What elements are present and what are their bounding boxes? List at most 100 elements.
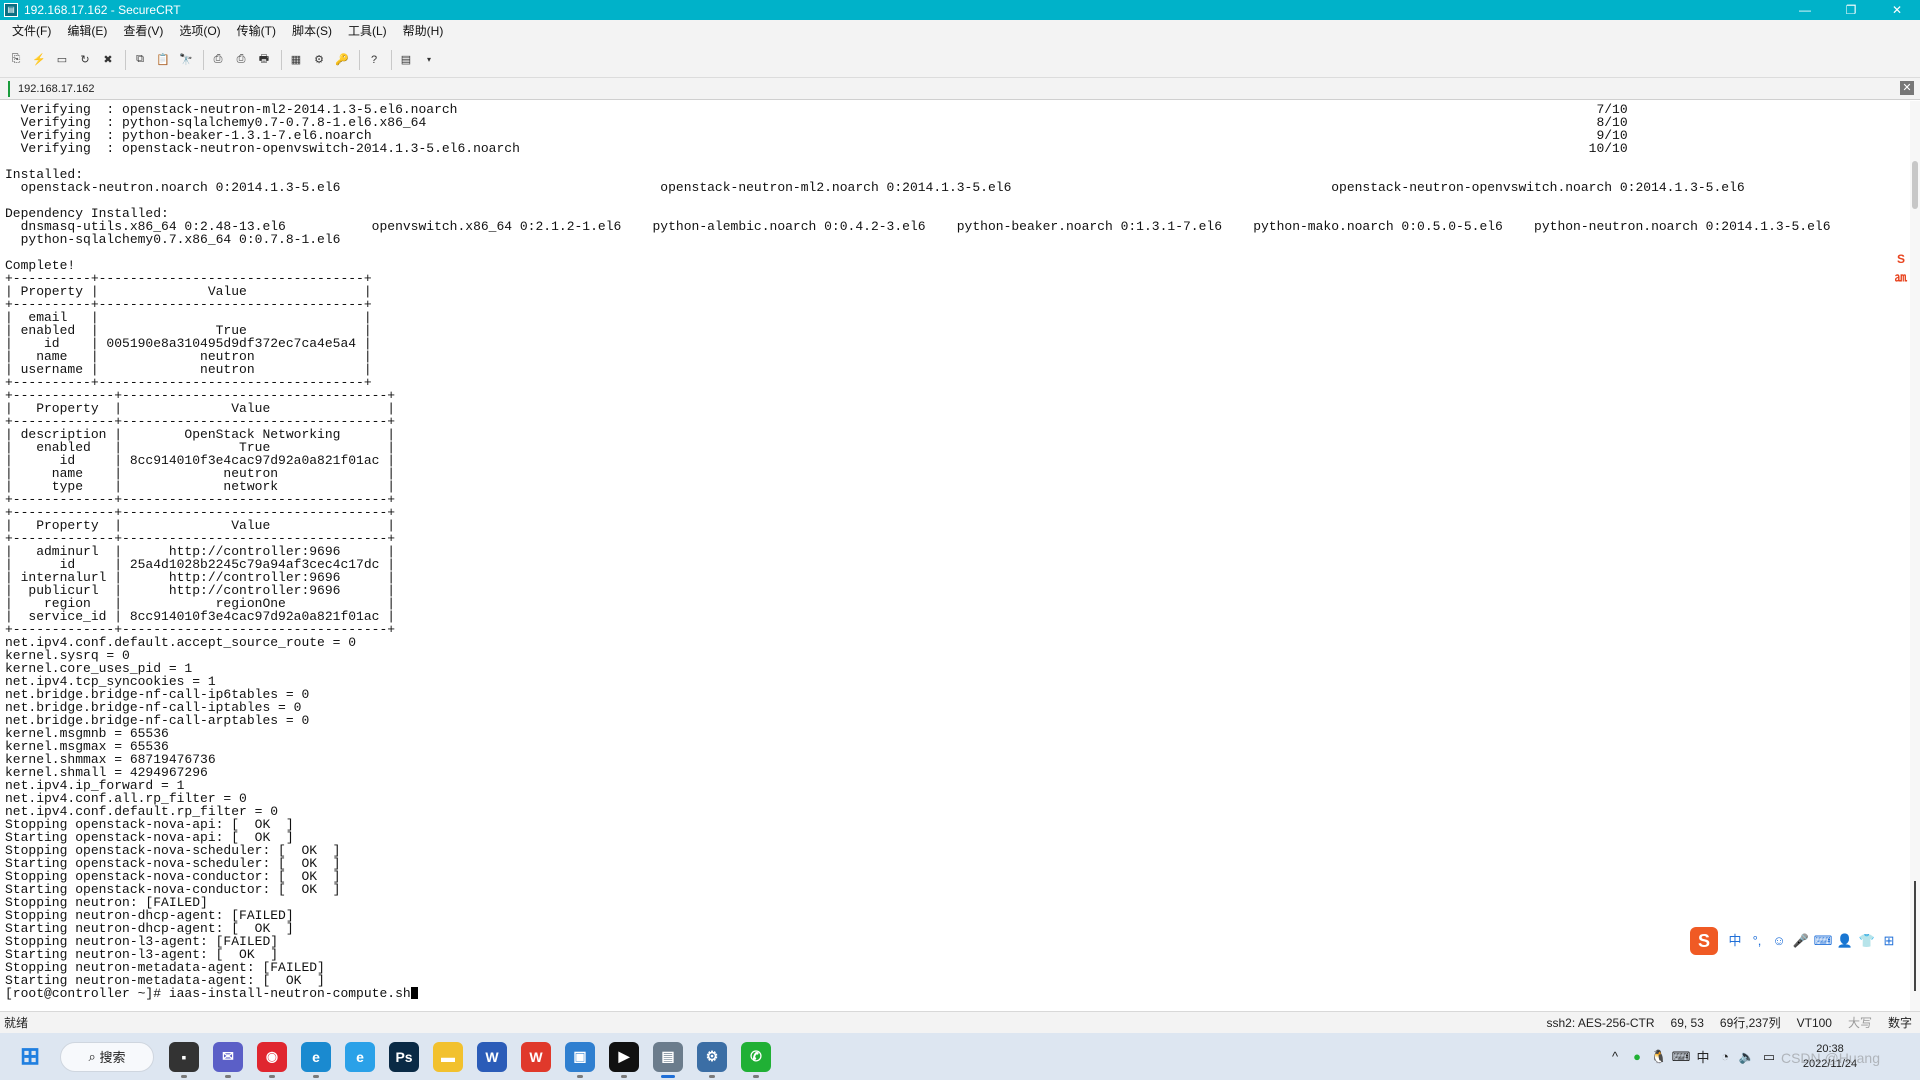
menu-file[interactable]: 文件(F) (0, 20, 59, 42)
terminal-line: Stopping neutron-l3-agent: [FAILED] (5, 934, 279, 949)
wechat-icon[interactable]: ✆ (741, 1041, 771, 1078)
terminal-line: openstack-neutron.noarch 0:2014.1.3-5.el… (5, 180, 1745, 195)
session-tab[interactable]: 192.168.17.162 (8, 80, 94, 97)
screenshot-tool-icon[interactable]: ▣ (565, 1041, 595, 1078)
terminal-line: net.ipv4.ip_forward = 1 (5, 778, 185, 793)
player-icon[interactable]: ▶ (609, 1041, 639, 1078)
watermark: CSDN @Huang (1780, 1050, 1880, 1066)
menu-edit[interactable]: 编辑(E) (59, 20, 115, 42)
scrollbar-thumb[interactable] (1912, 161, 1918, 209)
terminal-line: Starting neutron-dhcp-agent: [ OK ] (5, 921, 294, 936)
menu-tools[interactable]: 工具(L) (340, 20, 395, 42)
taskbar: ⊞ ⌕ 搜索 ▪ ✉ ◉ e e Ps ▬ W W ▣ ▶ ▤ ⚙ ✆ ^ ● 🐧 ⌨ 中 ◔ 🔈 ▭ 2… (0, 1033, 1920, 1080)
reconnect-icon[interactable]: ↻ (75, 50, 95, 70)
terminal-line: net.bridge.bridge-nf-call-arptables = 0 (5, 713, 310, 728)
remote-tool-icon[interactable]: ⚙ (697, 1041, 727, 1078)
ime-tray-icon[interactable]: 中 (1692, 1047, 1714, 1066)
terminal-scrollbar[interactable] (1910, 101, 1920, 1011)
menu-script[interactable]: 脚本(S) (284, 20, 340, 42)
start-icon[interactable]: ⊞ (15, 1042, 45, 1072)
wifi-icon[interactable]: ◔ (1714, 1049, 1736, 1064)
word-icon[interactable]: W (477, 1041, 507, 1072)
wechat-tray-icon[interactable]: ● (1626, 1049, 1648, 1064)
menu-options[interactable]: 选项(O) (171, 20, 228, 42)
print-icon[interactable]: ⎙ (208, 50, 228, 70)
terminal-line: kernel.msgmnb = 65536 (5, 726, 169, 741)
session-options-icon[interactable]: ▦ (286, 50, 306, 70)
ime-menu-icon[interactable]: ⊞ (1878, 930, 1900, 952)
global-options-icon[interactable]: ⚙ (309, 50, 329, 70)
find-icon[interactable]: 🔭 (176, 50, 196, 70)
menu-help[interactable]: 帮助(H) (395, 20, 452, 42)
keyboard-tray-icon[interactable]: ⌨ (1670, 1049, 1692, 1065)
qq-tray-icon[interactable]: 🐧 (1648, 1049, 1670, 1065)
ime-keyboard-icon[interactable]: ⌨ (1812, 930, 1834, 952)
toolbar-overflow-icon[interactable]: ▾ (419, 50, 439, 70)
folder-icon[interactable]: ▬ (433, 1041, 463, 1072)
photoshop-icon[interactable]: Ps (389, 1041, 419, 1072)
toolbar: ⎘ ⚡ ▭ ↻ ✖ ⧉ 📋 🔭 ⎙ ⎙ 🖶 ▦ ⚙ 🔑 ? ▤ ▾ (0, 42, 1920, 78)
terminal-line: net.ipv4.conf.default.accept_source_rout… (5, 635, 357, 650)
minimize-button[interactable]: — (1782, 0, 1828, 20)
status-protocol: ssh2: AES-256-CTR (1546, 1015, 1655, 1030)
paste-icon[interactable]: 📋 (153, 50, 173, 70)
terminal-prompt-text: [root@controller ~]# iaas-install-neutro… (5, 986, 411, 1001)
maximize-button[interactable]: ❐ (1828, 0, 1874, 20)
close-button[interactable]: ✕ (1874, 0, 1920, 20)
ime-voice-icon[interactable]: 🎤 (1790, 930, 1812, 952)
sogou-side-icon[interactable]: S ㏂ (1892, 250, 1910, 286)
ime-skin-icon[interactable]: 👕 (1856, 930, 1878, 952)
volume-icon[interactable]: 🔈 (1736, 1049, 1758, 1065)
sogou-logo-icon[interactable]: S (1690, 927, 1718, 955)
terminal-cursor (410, 987, 418, 999)
ime-punctuation-icon[interactable]: °, (1746, 930, 1768, 952)
search-icon: ⌕ (88, 1048, 100, 1064)
battery-icon[interactable]: ▭ (1758, 1049, 1780, 1065)
status-terminal-type: VT100 (1796, 1015, 1832, 1030)
file-explorer-taskview-icon[interactable]: ▪ (169, 1041, 199, 1078)
ime-user-icon[interactable]: 👤 (1834, 930, 1856, 952)
close-tab-icon[interactable]: ✕ (1900, 81, 1914, 95)
ime-emoji-icon[interactable]: ☺ (1768, 930, 1790, 952)
help-icon[interactable]: ? (364, 50, 384, 70)
menu-bar: 文件(F) 编辑(E) 查看(V) 选项(O) 传输(T) 脚本(S) 工具(L… (0, 20, 1920, 42)
terminal-prompt-line: [root@controller ~]# iaas-install-neutro… (5, 987, 1905, 1000)
print-selection-icon[interactable]: ⎙ (231, 50, 251, 70)
terminal-line: kernel.sysrq = 0 (5, 648, 130, 663)
wps-icon[interactable]: W (521, 1041, 551, 1072)
terminal-output[interactable]: Verifying : openstack-neutron-ml2-2014.1… (0, 101, 1910, 1011)
disconnect-icon[interactable]: ✖ (98, 50, 118, 70)
netease-music-icon[interactable]: ◉ (257, 1041, 287, 1078)
securecrt-icon: ▤ (4, 3, 18, 17)
edge-browser-icon[interactable]: e (301, 1041, 331, 1078)
menu-view[interactable]: 查看(V) (115, 20, 171, 42)
ime-chinese-mode[interactable]: 中 (1724, 930, 1746, 952)
status-cursor-position: 69, 53 (1670, 1015, 1704, 1030)
securecrt-taskbar-icon[interactable]: ▤ (653, 1041, 683, 1078)
keymap-icon[interactable]: 🔑 (332, 50, 352, 70)
taskbar-search-button[interactable]: ⌕ 搜索 (60, 1041, 154, 1072)
terminal-line: Verifying : openstack-neutron-openvswitc… (5, 141, 1628, 156)
toolbar-divider (391, 49, 392, 70)
sftp-icon[interactable]: ▤ (396, 50, 416, 70)
ime-toolbar: S 中 °, ☺ 🎤 ⌨ 👤 👕 ⊞ (1690, 924, 1920, 958)
toolbar-divider (359, 49, 360, 70)
chat-icon[interactable]: ✉ (213, 1041, 243, 1078)
print-setup-icon[interactable]: 🖶 (254, 50, 274, 70)
connect-tab-icon[interactable]: ▭ (52, 50, 72, 70)
copy-icon[interactable]: ⧉ (130, 50, 150, 70)
quick-connect-icon[interactable]: ⚡ (29, 50, 49, 70)
window-title: 192.168.17.162 - SecureCRT (24, 3, 181, 17)
status-num-lock: 数字 (1887, 1016, 1912, 1030)
connect-icon[interactable]: ⎘ (6, 50, 26, 70)
terminal-text: Verifying : openstack-neutron-ml2-2014.1… (5, 103, 1905, 1000)
status-dimensions: 69行,237列 (1719, 1016, 1781, 1030)
toolbar-divider (125, 49, 126, 70)
terminal-line: Starting openstack-nova-conductor: [ OK … (5, 882, 341, 897)
menu-transfer[interactable]: 传输(T) (229, 20, 284, 42)
status-caps-lock: 大写 (1847, 1016, 1872, 1030)
chevron-up-icon[interactable]: ^ (1604, 1049, 1626, 1064)
toolbar-divider (281, 49, 282, 70)
browser-icon[interactable]: e (345, 1041, 375, 1072)
